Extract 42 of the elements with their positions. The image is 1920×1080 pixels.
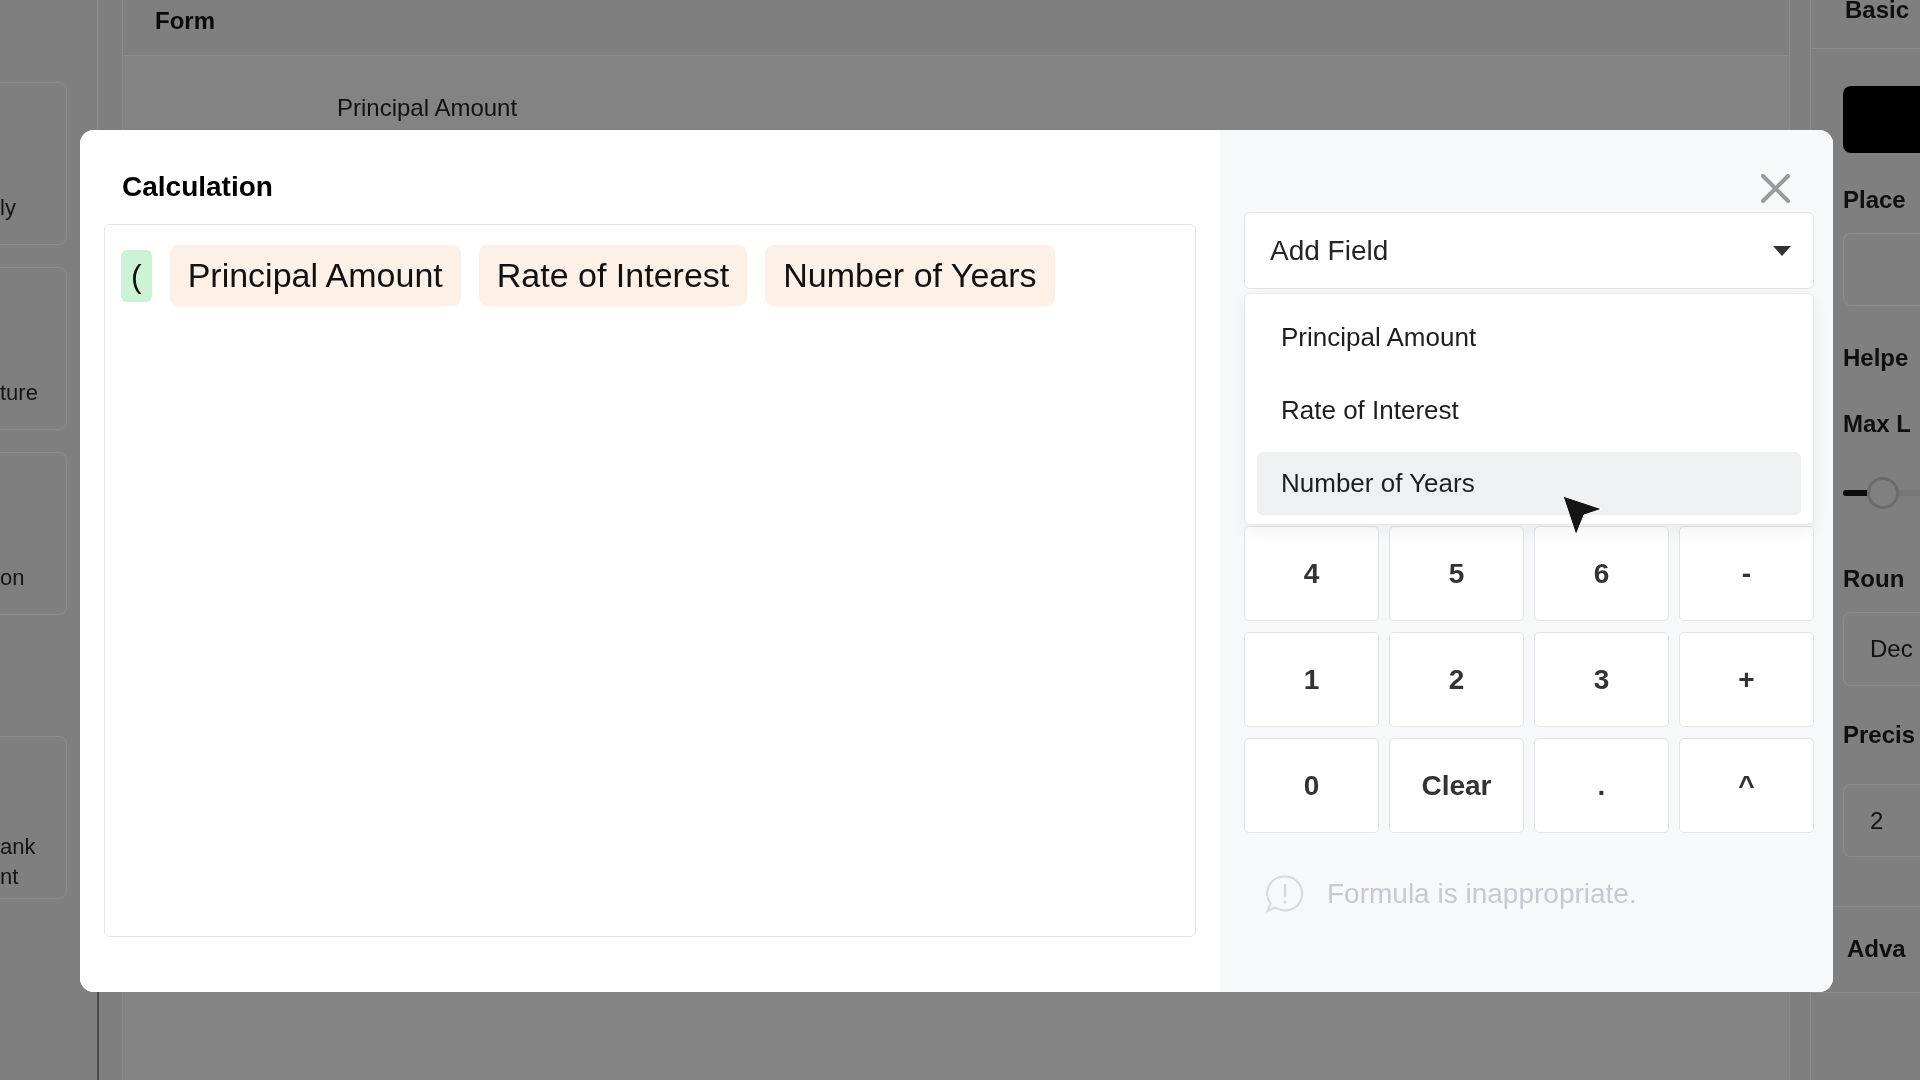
- keypad-key[interactable]: 6: [1534, 526, 1669, 621]
- section-title: Basic: [1845, 0, 1910, 20]
- field-label: Helpe: [1843, 343, 1909, 373]
- slider-track[interactable]: [1843, 476, 1920, 510]
- dialog-title: Calculation: [122, 170, 273, 204]
- keypad-key[interactable]: +: [1679, 632, 1814, 727]
- field-chip[interactable]: Number of Years: [765, 245, 1055, 306]
- field-label: Roun: [1843, 564, 1905, 594]
- keypad-key[interactable]: 5: [1389, 526, 1524, 621]
- menu-item[interactable]: Number of Years: [1257, 452, 1801, 515]
- keypad-key[interactable]: 3: [1534, 632, 1669, 727]
- keypad-key[interactable]: Clear: [1389, 738, 1524, 833]
- field-label: Max L: [1843, 409, 1911, 439]
- close-icon: [1761, 174, 1790, 203]
- field-label: Place: [1843, 185, 1906, 215]
- operator-chip[interactable]: (: [121, 249, 152, 302]
- keypad-key[interactable]: .: [1534, 738, 1669, 833]
- keypad-key[interactable]: -: [1679, 526, 1814, 621]
- keypad-key[interactable]: 2: [1389, 632, 1524, 727]
- component-card[interactable]: on: [0, 452, 67, 615]
- close-button[interactable]: [1761, 174, 1790, 203]
- field-select[interactable]: Add Field: [1244, 212, 1814, 289]
- action-button[interactable]: [1843, 86, 1920, 153]
- field-chip[interactable]: Rate of Interest: [478, 245, 748, 306]
- field-label: Principal Amount: [337, 93, 518, 123]
- component-card[interactable]: ture: [0, 267, 67, 430]
- formula-field[interactable]: ( Principal Amount Rate of Interest Number of Years: [104, 224, 1196, 937]
- keypad-key[interactable]: 4: [1244, 526, 1379, 621]
- caret-icon: [1773, 245, 1791, 256]
- field-label: Precis: [1843, 720, 1916, 750]
- text-input[interactable]: 2: [1843, 784, 1920, 857]
- keypad-key[interactable]: 1: [1244, 632, 1379, 727]
- panel-title: Form: [155, 7, 215, 35]
- component-card[interactable]: ly: [0, 82, 67, 245]
- component-card[interactable]: ank nt: [0, 736, 67, 899]
- slider-thumb[interactable]: [1866, 477, 1899, 509]
- select-field[interactable]: Dec: [1843, 612, 1920, 686]
- keypad-key[interactable]: ^: [1679, 738, 1814, 833]
- alert-bubble-icon: [1264, 874, 1304, 914]
- field-chip[interactable]: Principal Amount: [169, 245, 461, 306]
- section-title: Adva: [1847, 934, 1906, 964]
- keypad-key[interactable]: 0: [1244, 738, 1379, 833]
